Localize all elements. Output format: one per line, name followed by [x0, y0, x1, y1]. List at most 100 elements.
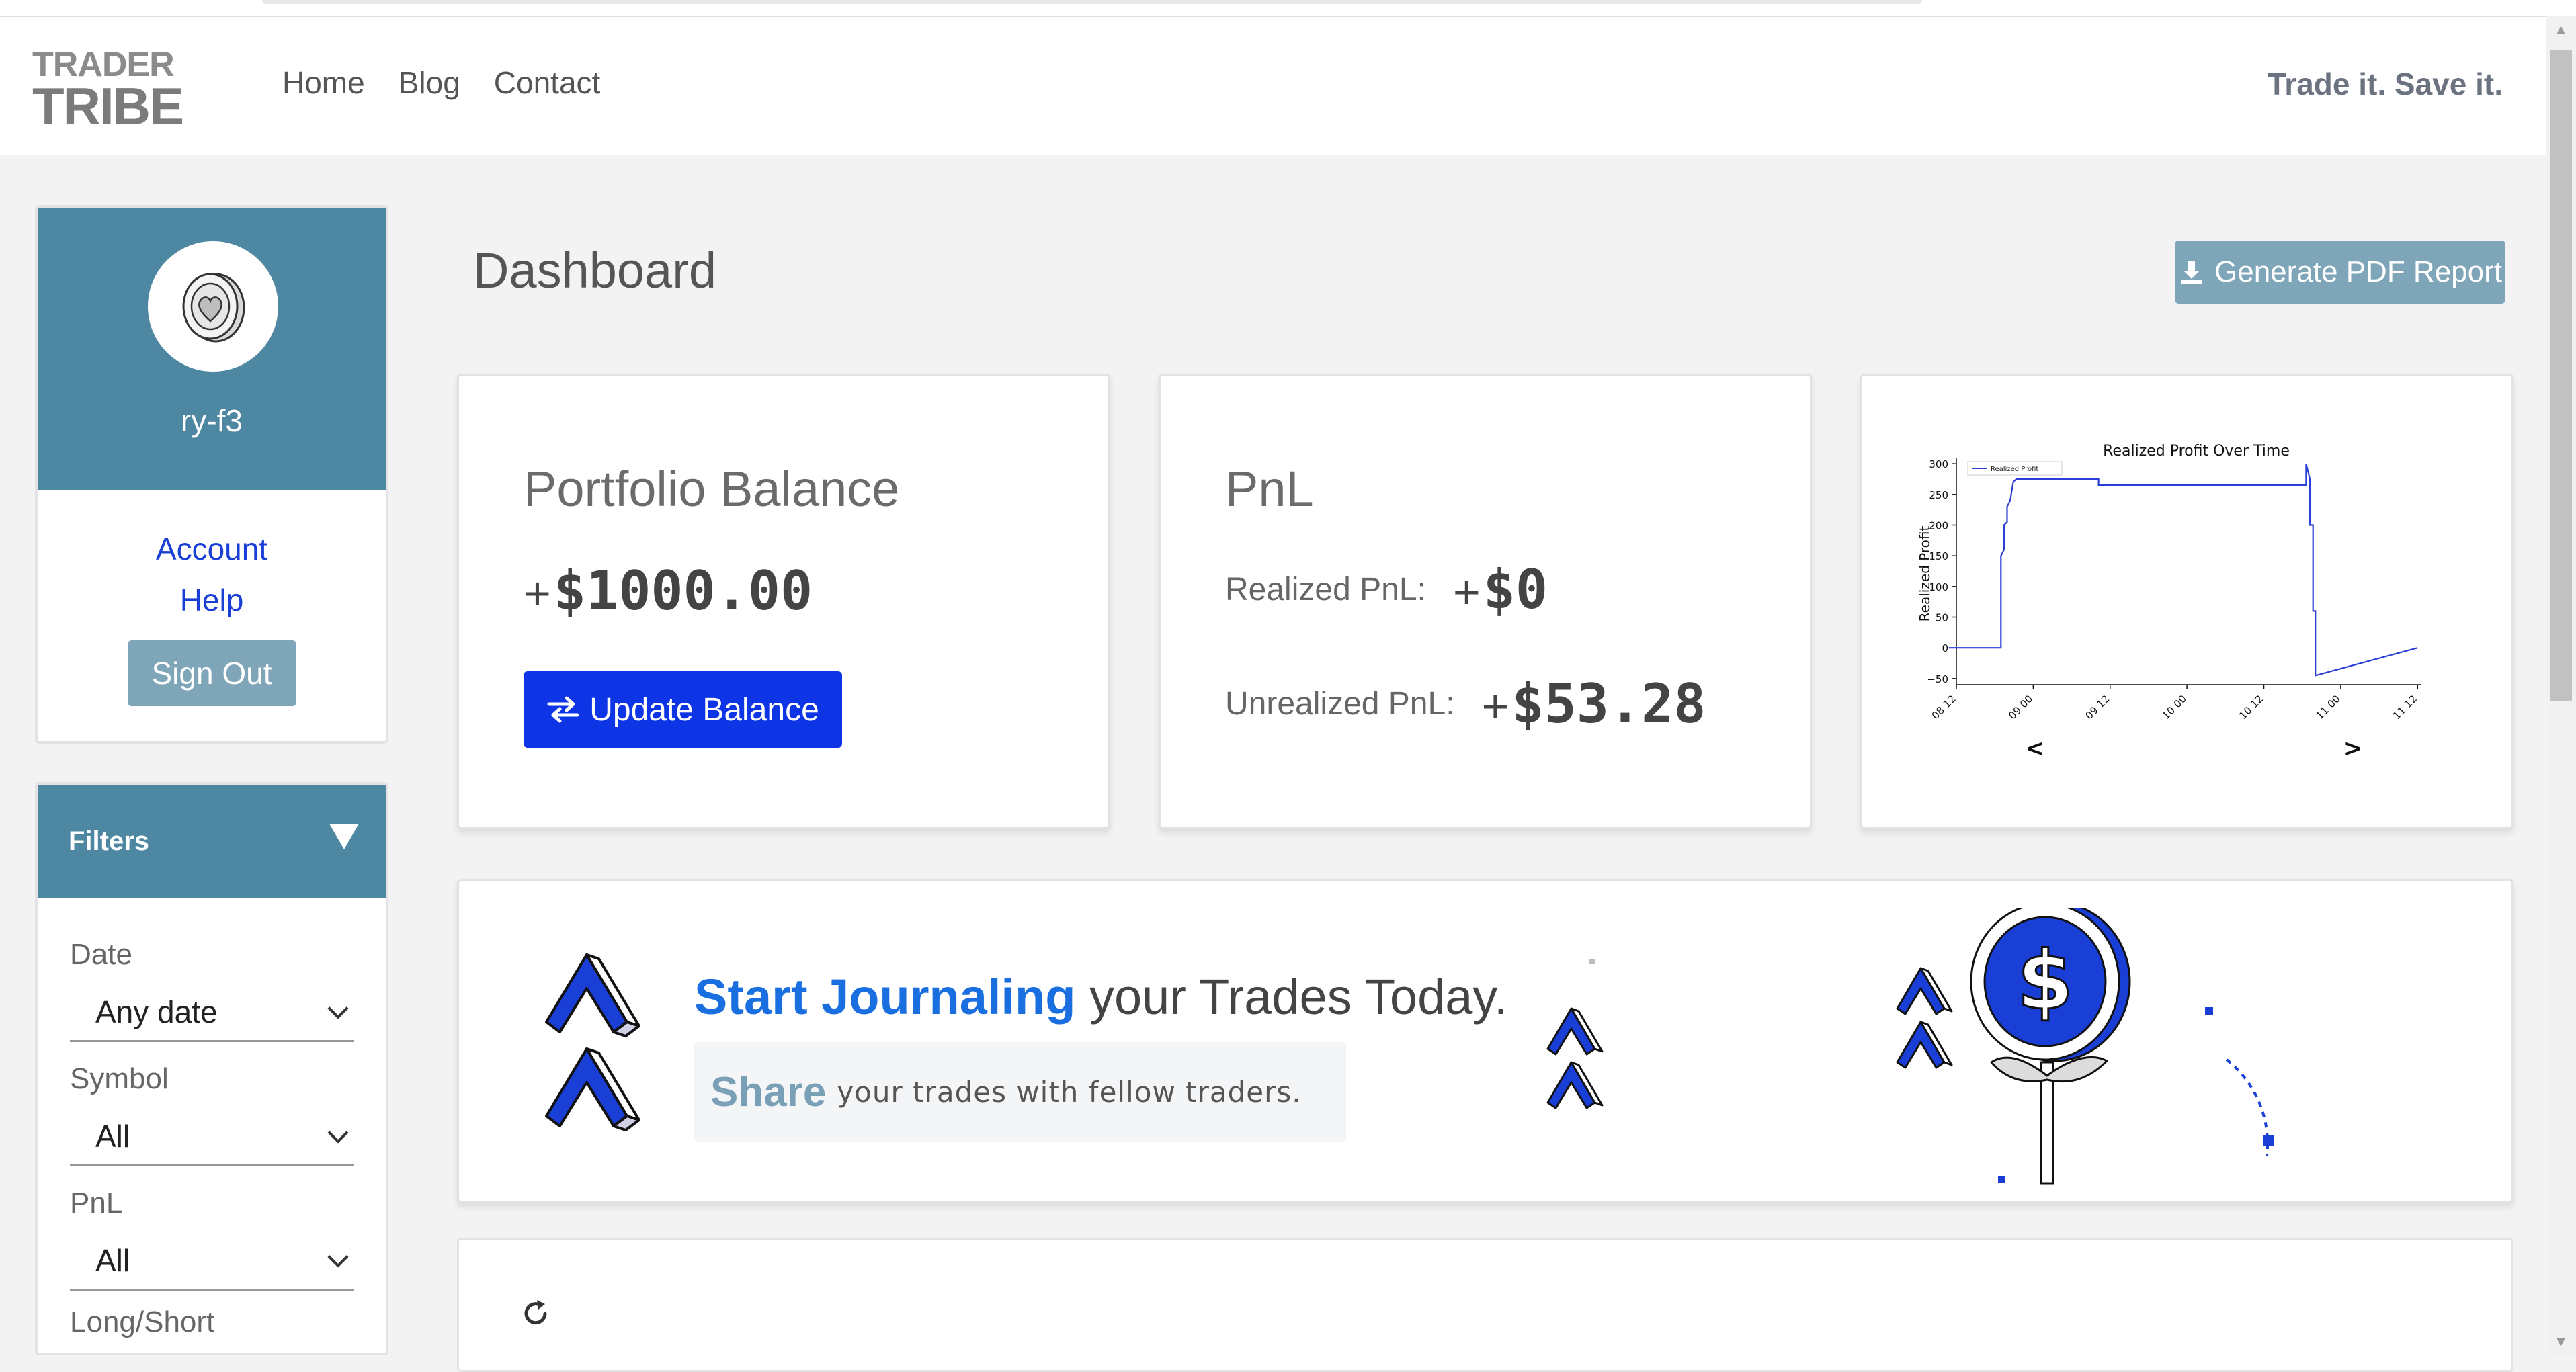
avatar: [148, 241, 278, 372]
page-title: Dashboard: [473, 243, 717, 298]
banner-heading-accent: Start Journaling: [694, 969, 1076, 1025]
browser-top-strip: [0, 0, 2576, 17]
chart-x-tick-label: 09 12: [2083, 693, 2112, 722]
chart-x-tick-label: 09 00: [2006, 693, 2035, 722]
filters-header[interactable]: Filters: [38, 785, 386, 898]
chart-title: Realized Profit Over Time: [2103, 443, 2290, 460]
chart-y-tick-label: 150: [1929, 550, 1948, 562]
filter-pnl: PnL All: [38, 1187, 386, 1291]
chart-x-tick-label: 08 12: [1929, 693, 1958, 722]
chart-axes: [1956, 458, 2421, 685]
chart-y-tick-label: 100: [1929, 581, 1948, 593]
banner-heading-rest: your Trades Today.: [1075, 969, 1508, 1025]
chart-y-tick-label: 50: [1936, 612, 1948, 624]
chart-series: [1948, 463, 2418, 677]
dollar-coin-illustration: $: [1896, 908, 2274, 1185]
unrealized-pnl-amount: $53.28: [1511, 673, 1706, 735]
account-link[interactable]: Account: [38, 523, 386, 574]
filter-pnl-label: PnL: [70, 1187, 123, 1219]
vertical-scrollbar[interactable]: ▲ ▼: [2546, 16, 2576, 1355]
pnl-card: PnL Realized PnL: +$0 Unrealized PnL: +$…: [1159, 374, 1812, 829]
filter-long-short-label: Long/Short: [70, 1305, 215, 1338]
collapse-triangle-icon[interactable]: [329, 824, 359, 849]
chart-x-tick-label: 10 00: [2160, 693, 2189, 722]
chart-y-axis-label: Realized Profit: [1917, 525, 1933, 621]
top-navbar: TRADER TRIBE Home Blog Contact Trade it.…: [0, 17, 2546, 155]
heart-coin-icon: [182, 273, 245, 343]
filter-date-label: Date: [70, 938, 132, 971]
chart-y-tick-label: 0: [1942, 642, 1948, 654]
realized-pnl-row: Realized PnL: +$0: [1225, 558, 1548, 621]
unrealized-pnl-row: Unrealized PnL: +$53.28: [1225, 673, 1706, 735]
scrollbar-thumb[interactable]: [2550, 50, 2572, 701]
unrealized-pnl-value: +$53.28: [1482, 673, 1706, 735]
portfolio-balance-title: Portfolio Balance: [524, 461, 900, 517]
nav-blog-link[interactable]: Blog: [399, 65, 460, 101]
chart-x-tick-label: 11 12: [2391, 693, 2419, 722]
chart-y-tick-label: −50: [1927, 673, 1948, 685]
symbol-select-value: All: [95, 1119, 130, 1154]
banner-subheading: Share your trades with fellow traders.: [694, 1042, 1346, 1142]
banner-sub-rest: your trades with fellow traders.: [837, 1075, 1302, 1109]
logo-text-line2: TRIBE: [32, 77, 184, 136]
help-link[interactable]: Help: [38, 574, 386, 626]
profile-links: Account Help Sign Out: [38, 490, 386, 706]
unrealized-pnl-label: Unrealized PnL:: [1225, 686, 1455, 722]
small-chevron-icon: [1546, 1007, 1604, 1109]
filters-card: Filters Date Any date Symbol All PnL All…: [35, 782, 388, 1355]
realized-profit-chart: Realized Profit Over Time Realized Profi…: [1917, 443, 2421, 762]
tagline: Trade it. Save it.: [2267, 67, 2503, 101]
scroll-up-arrow-icon[interactable]: ▲: [2546, 16, 2576, 43]
chart-y-tick-label: 200: [1929, 519, 1948, 531]
journaling-banner: Start Journaling your Trades Today. Shar…: [457, 879, 2513, 1203]
trader-tribe-logo[interactable]: TRADER TRIBE: [32, 47, 184, 136]
chart-prev-button[interactable]: <: [2026, 735, 2045, 762]
nav-contact-link[interactable]: Contact: [494, 65, 601, 101]
filters-title: Filters: [69, 826, 150, 856]
chart-next-button[interactable]: >: [2343, 735, 2363, 762]
symbol-select[interactable]: All: [70, 1108, 354, 1166]
pnl-title: PnL: [1225, 461, 1314, 517]
pnl-select[interactable]: All: [70, 1232, 354, 1291]
filter-long-short: Long/Short: [38, 1305, 386, 1339]
realized-pnl-value: +$0: [1453, 558, 1548, 621]
chart-y-tick-label: 250: [1929, 489, 1948, 501]
sign-out-button[interactable]: Sign Out: [127, 640, 296, 706]
portfolio-balance-value: +$1000.00: [524, 560, 813, 622]
trades-table-card: [457, 1238, 2513, 1372]
chevron-down-icon: [327, 1122, 349, 1144]
realized-pnl-amount: $0: [1483, 558, 1548, 621]
update-balance-button[interactable]: Update Balance: [524, 671, 842, 748]
svg-text:$: $: [2017, 935, 2073, 1028]
decor-dot: [1589, 959, 1595, 964]
balance-amount: $1000.00: [553, 560, 813, 622]
refresh-icon[interactable]: [520, 1297, 552, 1330]
chevron-down-icon: [327, 1246, 349, 1268]
chart-y-tick-label: 300: [1929, 458, 1948, 470]
generate-pdf-label: Generate PDF Report: [2214, 255, 2502, 288]
scroll-down-arrow-icon[interactable]: ▼: [2546, 1328, 2576, 1355]
pnl-select-value: All: [95, 1243, 130, 1278]
double-chevron-logo-icon: [545, 953, 640, 1131]
balance-sign: +: [524, 567, 551, 619]
generate-pdf-button[interactable]: Generate PDF Report: [2175, 241, 2505, 304]
legend-label: Realized Profit: [1991, 466, 2038, 473]
filter-date: Date Any date: [38, 938, 386, 1042]
filter-symbol: Symbol All: [38, 1062, 386, 1166]
username: ry-f3: [181, 403, 243, 438]
chart-x-ticks: 08 12 09 00 09 12 10 00 10 12 11 00 11 12: [1929, 685, 2419, 722]
unrealized-pnl-sign: +: [1481, 680, 1509, 732]
realized-profit-chart-card: Realized Profit Over Time Realized Profi…: [1860, 374, 2513, 829]
nav-home-link[interactable]: Home: [282, 65, 365, 101]
chart-series-line-realized-profit: [1948, 463, 2418, 677]
date-select[interactable]: Any date: [70, 984, 354, 1042]
update-balance-label: Update Balance: [589, 691, 819, 728]
banner-heading: Start Journaling your Trades Today.: [694, 968, 1507, 1025]
realized-pnl-label: Realized PnL:: [1225, 572, 1426, 607]
date-select-value: Any date: [95, 994, 218, 1029]
nav-links: Home Blog Contact: [282, 65, 600, 101]
chart-x-tick-label: 11 00: [2314, 693, 2343, 722]
chart-legend: Realized Profit: [1967, 461, 2063, 476]
profile-card: ry-f3 Account Help Sign Out: [35, 205, 388, 744]
portfolio-balance-card: Portfolio Balance +$1000.00 Update Balan…: [457, 374, 1110, 829]
